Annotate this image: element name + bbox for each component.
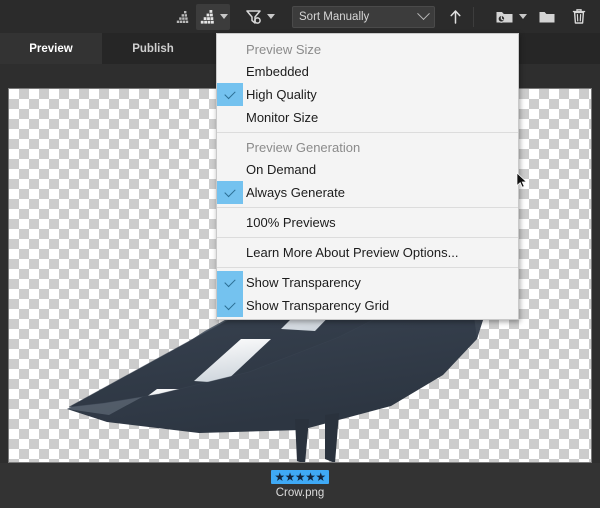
- menu-header-label: Preview Size: [246, 41, 322, 57]
- checkmark-slot: [217, 211, 243, 234]
- checkmark-slot: [217, 60, 243, 83]
- menu-header-preview-size: Preview Size: [217, 38, 518, 60]
- menu-item-high-quality[interactable]: High Quality: [217, 83, 518, 106]
- menu-header-label: Preview Generation: [246, 139, 361, 155]
- menu-item-label: 100% Previews: [246, 215, 336, 230]
- checkmark-slot: [217, 158, 243, 181]
- grid-thumbnail-large-button[interactable]: [196, 3, 230, 30]
- check-icon: [224, 275, 236, 287]
- menu-item-label: High Quality: [246, 87, 317, 102]
- sort-direction-button[interactable]: [443, 4, 467, 30]
- menu-item-label: Monitor Size: [246, 110, 319, 125]
- checkmark-slot: [217, 38, 243, 61]
- menu-separator: [217, 267, 518, 268]
- recent-folders-button[interactable]: [494, 4, 528, 30]
- chevron-down-icon: [220, 14, 228, 19]
- delete-button[interactable]: [566, 4, 592, 30]
- folder-icon: [539, 11, 555, 22]
- menu-item-label: Show Transparency: [246, 275, 361, 290]
- menu-item-show-transparency[interactable]: Show Transparency: [217, 271, 518, 294]
- menu-item-always-generate[interactable]: Always Generate: [217, 181, 518, 204]
- menu-item-on-demand[interactable]: On Demand: [217, 158, 518, 181]
- sort-order-select[interactable]: Sort Manually: [292, 5, 435, 28]
- chevron-down-icon: [519, 14, 527, 19]
- grid-thumbnail-small-icon: [176, 10, 188, 23]
- menu-item-label: On Demand: [246, 162, 317, 177]
- checkmark-slot: [217, 181, 243, 204]
- menu-item-monitor-size[interactable]: Monitor Size: [217, 106, 518, 129]
- checkmark-slot: [217, 271, 243, 294]
- arrow-up-icon: [449, 9, 461, 24]
- checkmark-slot: [217, 241, 243, 264]
- mouse-pointer-icon: [516, 172, 528, 188]
- grid-thumbnail-small-button[interactable]: [170, 4, 194, 30]
- toolbar-divider: [473, 6, 474, 27]
- checkmark-slot: [217, 294, 243, 317]
- trash-icon: [572, 9, 586, 24]
- filter-button[interactable]: [242, 4, 278, 30]
- chevron-down-icon: [417, 7, 430, 21]
- tab-publish-label: Publish: [132, 42, 174, 55]
- menu-item-show-transparency-grid[interactable]: Show Transparency Grid: [217, 294, 518, 317]
- tab-preview-label: Preview: [29, 42, 73, 55]
- folder-clock-icon: [496, 11, 513, 23]
- file-name-label: Crow.png: [275, 487, 325, 499]
- sort-order-value: Sort Manually: [299, 10, 370, 23]
- menu-item-learn-more[interactable]: Learn More About Preview Options...: [217, 241, 518, 264]
- menu-separator: [217, 207, 518, 208]
- check-icon: [224, 87, 236, 99]
- preview-options-menu: Preview Size Embedded High Quality Monit…: [216, 33, 519, 320]
- menu-item-label: Embedded: [246, 64, 309, 79]
- thumbnail-footer: ★★★★★ Crow.png: [0, 463, 600, 508]
- star-rating[interactable]: ★★★★★: [271, 470, 329, 484]
- open-folder-button[interactable]: [534, 4, 560, 30]
- menu-header-preview-generation: Preview Generation: [217, 136, 518, 158]
- star-rating-stars: ★★★★★: [274, 470, 326, 484]
- check-icon: [224, 185, 236, 197]
- tab-publish[interactable]: Publish: [102, 33, 204, 64]
- tab-preview[interactable]: Preview: [0, 33, 102, 64]
- menu-separator: [217, 132, 518, 133]
- grid-thumbnail-large-icon: [200, 9, 214, 24]
- chevron-down-icon: [267, 14, 275, 19]
- toolbar: Sort Manually: [0, 0, 600, 33]
- menu-item-embedded[interactable]: Embedded: [217, 60, 518, 83]
- check-icon: [224, 298, 236, 310]
- menu-separator: [217, 237, 518, 238]
- filter-funnel-icon: [246, 9, 261, 24]
- menu-item-label: Show Transparency Grid: [246, 298, 390, 313]
- menu-item-label: Always Generate: [246, 185, 345, 200]
- checkmark-slot: [217, 106, 243, 129]
- menu-item-label: Learn More About Preview Options...: [246, 245, 459, 260]
- checkmark-slot: [217, 136, 243, 159]
- checkmark-slot: [217, 83, 243, 106]
- menu-item-100-percent-previews[interactable]: 100% Previews: [217, 211, 518, 234]
